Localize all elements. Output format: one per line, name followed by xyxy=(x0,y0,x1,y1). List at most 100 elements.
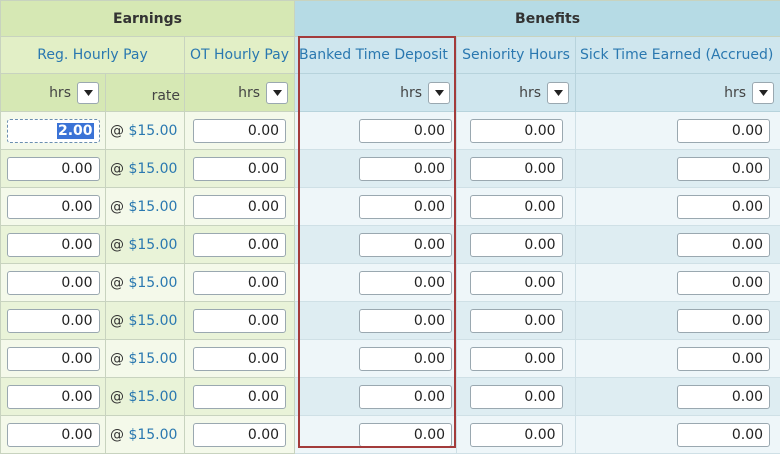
reg-hrs-cell xyxy=(0,339,106,378)
col-header-banked-time-deposit[interactable]: Banked Time Deposit xyxy=(294,36,458,74)
ot-hrs-input[interactable] xyxy=(193,384,287,409)
banked-time-input[interactable] xyxy=(359,270,453,295)
col-header-sick-time-earned[interactable]: Sick Time Earned (Accrued) xyxy=(575,36,780,74)
ot-hrs-input[interactable] xyxy=(193,194,287,219)
unit-cell-sick-hrs: hrs xyxy=(575,73,780,112)
banked-time-input[interactable] xyxy=(359,308,453,333)
rate-link[interactable]: $15.00 xyxy=(128,199,177,215)
rate-link[interactable]: $15.00 xyxy=(128,123,177,139)
sick-time-cell xyxy=(575,187,780,226)
reg-hrs-cell xyxy=(0,415,106,454)
reg-hrs-input[interactable] xyxy=(6,156,100,181)
unit-label: hrs xyxy=(238,84,261,101)
sick-time-cell xyxy=(575,263,780,302)
banked-time-input[interactable] xyxy=(359,194,453,219)
seniority-hrs-cell xyxy=(456,187,577,226)
reg-hrs-cell: 2.00 xyxy=(0,111,106,150)
sick-time-input[interactable] xyxy=(677,308,771,333)
sick-time-input[interactable] xyxy=(677,194,771,219)
unit-cell-ot-hrs: hrs xyxy=(183,73,296,112)
ot-hrs-input[interactable] xyxy=(193,308,287,333)
ot-hrs-input[interactable] xyxy=(193,422,287,447)
col-header-reg-hourly-pay[interactable]: Reg. Hourly Pay xyxy=(0,36,185,74)
reg-hrs-input[interactable] xyxy=(6,308,100,333)
ot-hrs-input[interactable] xyxy=(193,118,287,143)
col-header-seniority-hours[interactable]: Seniority Hours xyxy=(456,36,577,74)
seniority-hrs-input[interactable] xyxy=(469,346,563,371)
seniority-hrs-input[interactable] xyxy=(469,422,563,447)
unit-dropdown-reg[interactable] xyxy=(77,81,99,104)
reg-hrs-input[interactable] xyxy=(6,384,100,409)
ot-hrs-input[interactable] xyxy=(193,270,287,295)
reg-hrs-input[interactable] xyxy=(6,194,100,219)
seniority-hrs-cell xyxy=(456,111,577,150)
unit-dropdown-sick[interactable] xyxy=(752,81,775,104)
at-sign: @ xyxy=(110,236,124,253)
reg-hrs-input[interactable] xyxy=(6,270,100,295)
chevron-down-icon xyxy=(553,89,563,96)
unit-cell-seniority-hrs: hrs xyxy=(456,73,577,112)
sick-time-input[interactable] xyxy=(677,422,771,447)
ot-hrs-cell xyxy=(183,377,296,416)
banked-time-input[interactable] xyxy=(359,384,453,409)
seniority-hrs-input[interactable] xyxy=(469,118,563,143)
reg-hrs-input[interactable] xyxy=(6,346,100,371)
at-sign: @ xyxy=(110,312,124,329)
seniority-hrs-cell xyxy=(456,225,577,264)
chevron-down-icon xyxy=(758,89,768,96)
sick-time-input[interactable] xyxy=(677,232,771,257)
seniority-hrs-cell xyxy=(456,301,577,340)
seniority-hrs-input[interactable] xyxy=(469,194,563,219)
rate-link[interactable]: $15.00 xyxy=(128,351,177,367)
banked-time-cell xyxy=(294,339,458,378)
at-sign: @ xyxy=(110,426,124,443)
banked-time-cell xyxy=(294,415,458,454)
seniority-hrs-input[interactable] xyxy=(469,156,563,181)
ot-hrs-input[interactable] xyxy=(193,156,287,181)
reg-hrs-cell xyxy=(0,225,106,264)
unit-label: hrs xyxy=(724,84,747,101)
sick-time-input[interactable] xyxy=(677,270,771,295)
banked-time-input[interactable] xyxy=(359,346,453,371)
seniority-hrs-input[interactable] xyxy=(469,384,563,409)
unit-dropdown-ot[interactable] xyxy=(266,81,289,104)
banked-time-input[interactable] xyxy=(359,118,453,143)
rate-cell: @ $15.00 xyxy=(105,225,185,264)
seniority-hrs-input[interactable] xyxy=(469,270,563,295)
ot-hrs-input[interactable] xyxy=(193,232,287,257)
at-sign: @ xyxy=(110,274,124,291)
at-sign: @ xyxy=(110,350,124,367)
selected-text: 2.00 xyxy=(56,122,94,139)
sick-time-input[interactable] xyxy=(677,346,771,371)
seniority-hrs-cell xyxy=(456,415,577,454)
rate-link[interactable]: $15.00 xyxy=(128,389,177,405)
seniority-hrs-input[interactable] xyxy=(469,232,563,257)
reg-hrs-input[interactable] xyxy=(6,232,100,257)
rate-link[interactable]: $15.00 xyxy=(128,237,177,253)
at-sign: @ xyxy=(110,388,124,405)
seniority-hrs-input[interactable] xyxy=(469,308,563,333)
banked-time-input[interactable] xyxy=(359,422,453,447)
table-row: 2.00 @ $15.00 xyxy=(0,111,780,150)
rate-cell: @ $15.00 xyxy=(105,149,185,188)
banked-time-cell xyxy=(294,263,458,302)
banked-time-input[interactable] xyxy=(359,232,453,257)
ot-hrs-input[interactable] xyxy=(193,346,287,371)
seniority-hrs-cell xyxy=(456,339,577,378)
sick-time-input[interactable] xyxy=(677,156,771,181)
banked-time-input[interactable] xyxy=(359,156,453,181)
reg-hrs-input[interactable] xyxy=(6,422,100,447)
rate-link[interactable]: $15.00 xyxy=(128,161,177,177)
ot-hrs-cell xyxy=(183,263,296,302)
rate-link[interactable]: $15.00 xyxy=(128,427,177,443)
sick-time-input[interactable] xyxy=(677,118,771,143)
ot-hrs-cell xyxy=(183,415,296,454)
rate-link[interactable]: $15.00 xyxy=(128,313,177,329)
sick-time-input[interactable] xyxy=(677,384,771,409)
unit-dropdown-seniority[interactable] xyxy=(547,81,570,104)
unit-dropdown-banked[interactable] xyxy=(428,81,451,104)
col-header-ot-hourly-pay[interactable]: OT Hourly Pay xyxy=(183,36,296,74)
rate-link[interactable]: $15.00 xyxy=(128,275,177,291)
rate-cell: @ $15.00 xyxy=(105,111,185,150)
reg-hrs-cell xyxy=(0,377,106,416)
